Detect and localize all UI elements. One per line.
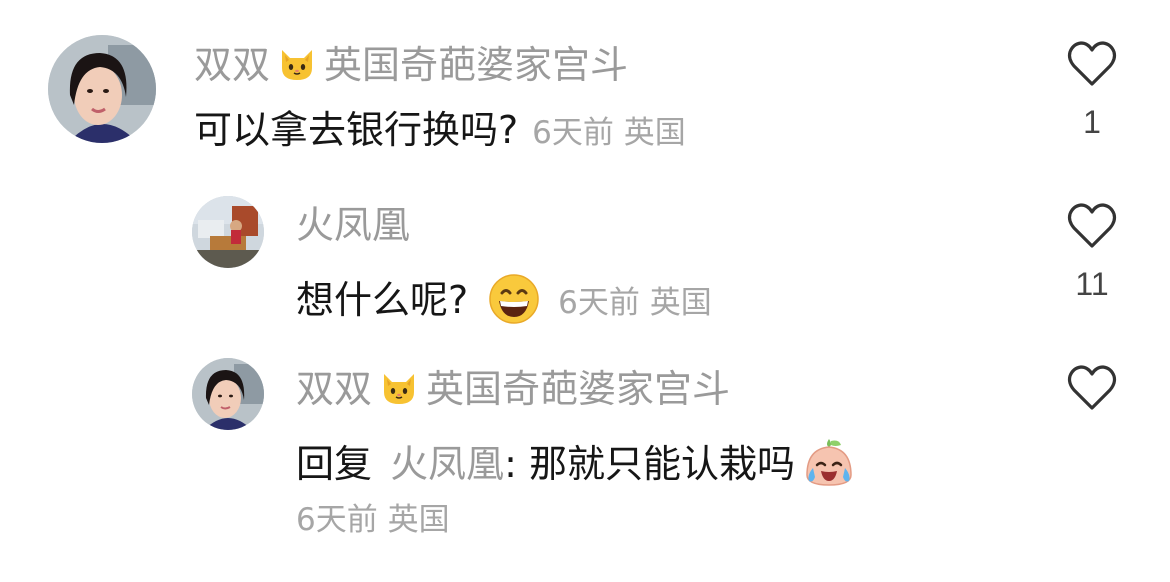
crying-laughing-face-icon bbox=[801, 435, 857, 497]
reply-target-user[interactable]: 火凤凰 bbox=[390, 442, 504, 486]
like-count: 11 bbox=[1075, 266, 1109, 302]
author-name[interactable]: 火凤凰 bbox=[296, 203, 410, 247]
user-avatar[interactable] bbox=[192, 196, 264, 268]
user-avatar[interactable] bbox=[48, 35, 156, 143]
heart-icon[interactable] bbox=[1066, 364, 1118, 412]
comment-author[interactable]: 双双 英国奇葩婆家宫斗 bbox=[296, 366, 730, 414]
author-name[interactable]: 双双 bbox=[296, 367, 372, 411]
comment-text: : 那就只能认栽吗 bbox=[504, 442, 796, 486]
comment-location: 英国 bbox=[649, 285, 712, 321]
comment-meta: 6天前 英国 bbox=[532, 115, 686, 151]
reply-prefix: 回复 bbox=[296, 442, 373, 486]
like-count: 1 bbox=[1083, 104, 1101, 140]
author-suffix: 英国奇葩婆家宫斗 bbox=[324, 43, 629, 87]
comment-time: 6天前 bbox=[296, 502, 378, 538]
comment-text-line: 可以拿去银行换吗? 6天前 英国 bbox=[194, 111, 686, 149]
comment-text-line: 回复 火凤凰: 那就只能认栽吗 bbox=[296, 435, 857, 497]
comment-author[interactable]: 双双 英国奇葩婆家宫斗 bbox=[194, 42, 628, 90]
like-control[interactable]: 1 bbox=[1062, 40, 1122, 141]
like-control[interactable] bbox=[1062, 364, 1122, 428]
comment-location: 英国 bbox=[623, 115, 686, 151]
user-avatar[interactable] bbox=[192, 358, 264, 430]
comment-meta: 6天前 英国 bbox=[558, 285, 712, 321]
cat-face-icon bbox=[378, 366, 420, 414]
comment-text: 想什么呢? bbox=[296, 278, 469, 322]
grinning-face-icon bbox=[488, 273, 540, 331]
author-name[interactable]: 双双 bbox=[194, 43, 270, 87]
author-suffix: 英国奇葩婆家宫斗 bbox=[426, 367, 731, 411]
comment-text: 可以拿去银行换吗? bbox=[194, 108, 519, 152]
comment-text-line: 想什么呢? 6天前 英国 bbox=[296, 273, 712, 331]
comment-location: 英国 bbox=[387, 502, 450, 538]
like-control[interactable]: 11 bbox=[1062, 202, 1122, 303]
comment-time: 6天前 bbox=[532, 115, 614, 151]
comment-meta: 6天前 英国 bbox=[296, 505, 450, 536]
heart-icon[interactable] bbox=[1066, 40, 1118, 88]
cat-face-icon bbox=[276, 42, 318, 90]
heart-icon[interactable] bbox=[1066, 202, 1118, 250]
comment-time: 6天前 bbox=[558, 285, 640, 321]
comment-author[interactable]: 火凤凰 bbox=[296, 206, 410, 244]
